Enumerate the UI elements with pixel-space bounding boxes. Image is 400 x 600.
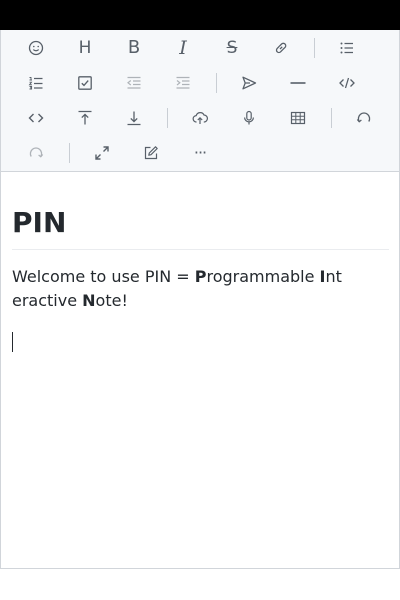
insert-after-icon [127,111,141,126]
table-icon [290,111,306,125]
edit-mode-button[interactable] [137,139,165,167]
fullscreen-button[interactable] [88,139,116,167]
welcome-paragraph: Welcome to use PIN = Programmable Intera… [12,265,342,313]
markdown-editor: H B I S ··· PIN Welcome to use PIN = Pro… [0,30,400,569]
upload-button[interactable] [186,104,214,132]
code-block-button[interactable] [333,69,361,97]
redo-icon [29,147,44,158]
insert-before-button[interactable] [71,104,99,132]
send-icon [242,76,257,90]
outdent-button[interactable] [120,69,148,97]
ordered-list-icon [28,77,43,90]
undo-button[interactable] [350,104,378,132]
strikethrough-icon: S [226,37,238,58]
ordered-list-button[interactable] [22,69,50,97]
toolbar-separator [167,108,168,128]
cloud-upload-icon [192,112,208,124]
checklist-button[interactable] [71,69,99,97]
bold-button[interactable]: B [120,34,148,62]
text-cursor [12,332,13,352]
toolbar-separator [331,108,332,128]
link-button[interactable] [267,34,295,62]
toolbar-separator [69,143,70,163]
outdent-icon [127,76,141,89]
microphone-icon [244,110,254,125]
italic-button[interactable]: I [169,34,197,62]
undo-icon [356,112,371,123]
bullet-list-icon [340,42,353,54]
horizontal-rule-icon [290,82,306,84]
page-heading: PIN [12,206,67,239]
inline-code-icon [28,113,44,123]
toolbar-separator [216,73,217,93]
inline-code-button[interactable] [22,104,50,132]
record-button[interactable] [235,104,263,132]
emoji-icon [28,40,44,56]
toolbar-separator [314,38,315,58]
link-icon [275,42,287,54]
heading-divider [12,249,389,250]
text-segment: ote! [95,291,128,310]
bold-letter: P [194,267,207,286]
heading-button[interactable]: H [71,34,99,62]
text-segment: rogrammable [206,267,320,286]
table-button[interactable] [284,104,312,132]
more-icon: ··· [193,143,207,162]
heading-icon: H [78,37,92,58]
text-segment: Welcome to use PIN = [12,267,195,286]
code-block-icon [339,77,355,89]
window-top-bar [0,0,400,30]
italic-icon: I [179,36,187,59]
bullet-list-button[interactable] [333,34,361,62]
expand-icon [95,146,109,160]
quote-button[interactable] [235,69,263,97]
insert-before-icon [78,110,92,125]
emoji-button[interactable] [22,34,50,62]
indent-icon [176,76,190,89]
editor-toolbar: H B I S ··· [1,30,399,172]
bold-icon: B [127,37,141,58]
bold-letter: N [82,291,96,310]
horizontal-rule-button[interactable] [284,69,312,97]
redo-button[interactable] [22,139,50,167]
indent-button[interactable] [169,69,197,97]
edit-icon [144,146,158,160]
insert-after-button[interactable] [120,104,148,132]
more-options-button[interactable]: ··· [186,139,214,167]
strikethrough-button[interactable]: S [218,34,246,62]
checkbox-icon [78,76,92,90]
